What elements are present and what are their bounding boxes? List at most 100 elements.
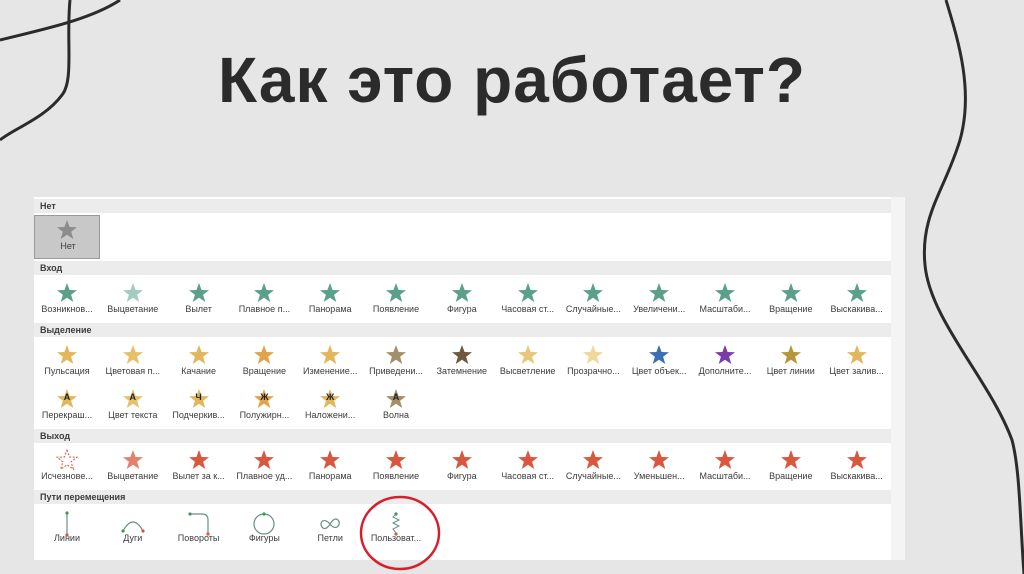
entrance-effect-2[interactable]: Вылет bbox=[166, 279, 232, 319]
effect-label: Случайные... bbox=[565, 471, 621, 481]
emphasis-effect-12[interactable]: Цвет залив... bbox=[824, 341, 890, 381]
star-teeter-icon bbox=[188, 345, 209, 364]
entrance-effect-4[interactable]: Панорама bbox=[297, 279, 363, 319]
none-effect-0[interactable]: Нет bbox=[34, 215, 100, 259]
star-float-icon bbox=[254, 283, 275, 302]
effect-label: Панорама bbox=[308, 304, 352, 314]
exit-effect-3[interactable]: Плавное уд... bbox=[231, 446, 297, 486]
emphasis-effect-16[interactable]: Ж Полужирн... bbox=[231, 385, 297, 425]
emphasis-effect-5[interactable]: Приведени... bbox=[363, 341, 429, 381]
star-fill-color-icon bbox=[846, 345, 867, 364]
effect-label: Часовая ст... bbox=[501, 304, 554, 314]
star-fade-out-icon bbox=[122, 450, 143, 469]
star-grow-icon bbox=[649, 283, 670, 302]
emphasis-effect-13[interactable]: A Перекраш... bbox=[34, 385, 100, 425]
emphasis-effect-9[interactable]: Цвет объек... bbox=[626, 341, 692, 381]
emphasis-effect-1[interactable]: Цветовая п... bbox=[100, 341, 166, 381]
section-header-entrance: Вход bbox=[34, 261, 891, 275]
exit-effect-1[interactable]: Выцветание bbox=[100, 446, 166, 486]
emphasis-effect-15[interactable]: Ч Подчеркив... bbox=[166, 385, 232, 425]
effect-label: Часовая ст... bbox=[501, 471, 554, 481]
effect-label: Приведени... bbox=[369, 366, 423, 376]
effect-label: Повороты bbox=[177, 533, 220, 543]
section-header-paths: Пути перемещения bbox=[34, 490, 891, 504]
star-bounce-icon bbox=[846, 283, 867, 302]
star-shape-out-icon bbox=[451, 450, 472, 469]
paths-effect-0[interactable]: Линии bbox=[34, 508, 100, 548]
star-desaturate-icon bbox=[386, 345, 406, 364]
effect-label: Затемнение bbox=[436, 366, 488, 376]
star-darken-icon bbox=[451, 345, 472, 364]
effect-label: Появление bbox=[372, 471, 420, 481]
entrance-effect-3[interactable]: Плавное п... bbox=[231, 279, 297, 319]
emphasis-effect-8[interactable]: Прозрачно... bbox=[560, 341, 626, 381]
effect-label: Вылет за к... bbox=[172, 471, 225, 481]
gallery-scrollbar[interactable] bbox=[891, 197, 905, 560]
star-shape-icon bbox=[451, 283, 472, 302]
section-header-emphasis: Выделение bbox=[34, 323, 891, 337]
emphasis-effect-7[interactable]: Высветление bbox=[495, 341, 561, 381]
emphasis-effect-3[interactable]: Вращение bbox=[231, 341, 297, 381]
exit-effect-4[interactable]: Панорама bbox=[297, 446, 363, 486]
exit-effect-7[interactable]: Часовая ст... bbox=[495, 446, 561, 486]
star-zoom-out-icon bbox=[715, 450, 735, 469]
effect-label: Выскакива... bbox=[830, 304, 883, 314]
emphasis-effect-6[interactable]: Затемнение bbox=[429, 341, 495, 381]
paths-effect-3[interactable]: Фигуры bbox=[231, 508, 297, 548]
paths-effect-1[interactable]: Дуги bbox=[100, 508, 166, 548]
emphasis-effect-10[interactable]: Дополните... bbox=[692, 341, 758, 381]
entrance-effect-11[interactable]: Вращение bbox=[758, 279, 824, 319]
effect-letter: Ч bbox=[195, 392, 202, 402]
entrance-effect-6[interactable]: Фигура bbox=[429, 279, 495, 319]
star-float-out-icon bbox=[254, 450, 275, 469]
effect-label: Выцветание bbox=[107, 304, 159, 314]
paths-effect-4[interactable]: Петли bbox=[297, 508, 363, 548]
exit-effect-8[interactable]: Случайные... bbox=[560, 446, 626, 486]
effect-label: Выскакива... bbox=[830, 471, 883, 481]
effect-label: Возникнов... bbox=[41, 304, 93, 314]
exit-effect-10[interactable]: Масштаби... bbox=[692, 446, 758, 486]
effect-label: Пользоват... bbox=[370, 533, 422, 543]
entrance-effect-5[interactable]: Появление bbox=[363, 279, 429, 319]
emphasis-effect-18[interactable]: A Волна bbox=[363, 385, 429, 425]
emphasis-effect-4[interactable]: Изменение... bbox=[297, 341, 363, 381]
star-disappear-icon bbox=[56, 449, 78, 471]
effect-label: Фигура bbox=[447, 471, 477, 481]
entrance-effect-8[interactable]: Случайные... bbox=[560, 279, 626, 319]
entrance-effect-1[interactable]: Выцветание bbox=[100, 279, 166, 319]
paths-effect-5[interactable]: Пользоват... bbox=[363, 508, 429, 548]
exit-effect-9[interactable]: Уменьшен... bbox=[626, 446, 692, 486]
emphasis-effect-14[interactable]: A Цвет текста bbox=[100, 385, 166, 425]
star-wipe-icon bbox=[386, 283, 406, 302]
effect-label: Волна bbox=[382, 410, 410, 420]
emphasis-effect-11[interactable]: Цвет линии bbox=[758, 341, 824, 381]
effect-letter: A bbox=[129, 392, 137, 402]
exit-effect-6[interactable]: Фигура bbox=[429, 446, 495, 486]
star-burst-icon bbox=[57, 283, 77, 302]
effect-label: Прозрачно... bbox=[567, 366, 620, 376]
section-header-none: Нет bbox=[34, 199, 891, 213]
entrance-effect-10[interactable]: Масштаби... bbox=[692, 279, 758, 319]
effect-label: Полужирн... bbox=[239, 410, 290, 420]
emphasis-effect-0[interactable]: Пульсация bbox=[34, 341, 100, 381]
exit-effect-12[interactable]: Выскакива... bbox=[824, 446, 890, 486]
star-split-out-icon bbox=[320, 450, 341, 469]
entrance-effect-9[interactable]: Увеличени... bbox=[626, 279, 692, 319]
star-wipe-out-icon bbox=[386, 450, 406, 469]
effect-label: Вылет bbox=[185, 304, 212, 314]
star-complementary-icon bbox=[715, 345, 735, 364]
exit-effect-0[interactable]: Исчезнове... bbox=[34, 446, 100, 486]
effect-label: Изменение... bbox=[303, 366, 358, 376]
effect-label: Дуги bbox=[123, 533, 143, 543]
exit-effect-5[interactable]: Появление bbox=[363, 446, 429, 486]
entrance-effect-7[interactable]: Часовая ст... bbox=[495, 279, 561, 319]
exit-effect-2[interactable]: Вылет за к... bbox=[166, 446, 232, 486]
paths-effect-2[interactable]: Повороты bbox=[166, 508, 232, 548]
emphasis-effect-2[interactable]: Качание bbox=[166, 341, 232, 381]
entrance-effect-0[interactable]: Возникнов... bbox=[34, 279, 100, 319]
emphasis-effect-17[interactable]: Ж Наложени... bbox=[297, 385, 363, 425]
star-lighten-icon bbox=[517, 345, 538, 364]
exit-effect-11[interactable]: Вращение bbox=[758, 446, 824, 486]
effect-label: Масштаби... bbox=[699, 304, 751, 314]
entrance-effect-12[interactable]: Выскакива... bbox=[824, 279, 890, 319]
